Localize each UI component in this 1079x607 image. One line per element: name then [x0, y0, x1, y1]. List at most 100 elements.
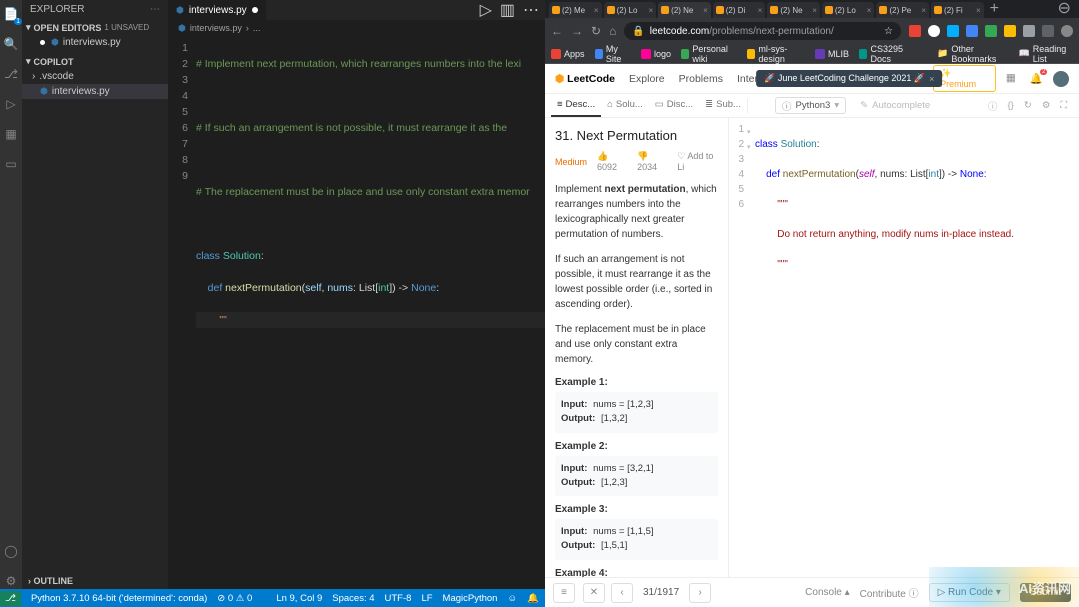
code-content[interactable]: # Implement next permutation, which rear… — [196, 36, 545, 589]
workspace-header[interactable]: ▾COPILOT — [22, 54, 168, 69]
indent-status[interactable]: Spaces: 4 — [332, 593, 374, 604]
open-editors-header[interactable]: ▾OPEN EDITORS 1 UNSAVED — [22, 20, 168, 35]
bookmark-item[interactable]: ml-sys-design — [747, 44, 805, 64]
folder-item[interactable]: ›.vscode — [22, 69, 168, 84]
star-icon[interactable]: ☆ — [884, 26, 893, 37]
nav-explore[interactable]: Explore — [629, 73, 665, 85]
source-control-icon[interactable]: ⎇ — [3, 66, 19, 82]
code-style-icon[interactable]: {} — [1007, 100, 1013, 111]
browser-tab[interactable]: (2) Lo× — [822, 2, 875, 18]
settings-icon[interactable]: ⚙ — [1042, 100, 1051, 111]
browser-tab[interactable]: (2) Me× — [549, 2, 602, 18]
avatar[interactable] — [1053, 71, 1069, 87]
language-select[interactable]: ⓘPython3▾ — [775, 97, 846, 114]
fullscreen-icon[interactable]: ⛶ — [1060, 100, 1067, 111]
challenge-banner[interactable]: 🚀 June LeetCoding Challenge 2021 🚀× — [756, 70, 942, 87]
extension-icon[interactable] — [1023, 25, 1035, 37]
autocomplete-toggle[interactable]: ✎Autocomplete — [854, 97, 936, 114]
bookmark-item[interactable]: Apps — [551, 49, 585, 59]
breadcrumb[interactable]: ⬢interviews.py › ... — [168, 20, 545, 36]
remote-icon[interactable]: ▭ — [3, 156, 19, 172]
browser-tab[interactable]: (2) Ne× — [658, 2, 711, 18]
leetcode-code-editor[interactable]: 1▾2▾3456 class Solution: def nextPermuta… — [729, 118, 1079, 577]
browser-tab[interactable]: (2) Di× — [713, 2, 766, 18]
extension-icon[interactable] — [947, 25, 959, 37]
reload-button[interactable]: ↻ — [591, 24, 601, 38]
lc-code-content[interactable]: class Solution: def nextPermutation(self… — [749, 118, 1079, 577]
tab-submissions[interactable]: ≣Sub... — [699, 94, 747, 117]
bookmark-item[interactable]: Personal wiki — [681, 44, 737, 64]
nav-problems[interactable]: Problems — [679, 73, 723, 85]
editor-tab[interactable]: ⬢interviews.py — [168, 0, 267, 20]
python-interpreter[interactable]: Python 3.7.10 64-bit ('determined': cond… — [31, 593, 207, 604]
bookmark-item[interactable]: logo — [641, 49, 671, 59]
forward-button[interactable]: → — [571, 24, 583, 38]
bookmark-item[interactable]: CS3295 Docs — [859, 44, 917, 64]
file-item[interactable]: ⬢interviews.py — [22, 84, 168, 99]
bookmark-item[interactable]: My Site — [595, 44, 631, 64]
encoding-status[interactable]: UTF-8 — [385, 593, 412, 604]
notifications-icon[interactable]: 🔔 — [527, 593, 539, 604]
dislike-button[interactable]: 👎 2034 — [637, 151, 667, 172]
debug-icon[interactable]: ▷ — [3, 96, 19, 112]
extension-icon[interactable] — [985, 25, 997, 37]
tab-description[interactable]: ≡Desc... — [551, 94, 601, 117]
extensions-icon[interactable]: ▦ — [3, 126, 19, 142]
tab-discuss[interactable]: ▭Disc... — [649, 94, 699, 117]
more-icon[interactable]: ⋯ — [523, 0, 539, 20]
bookmark-item[interactable]: 📁Other Bookmarks — [937, 44, 1008, 64]
language-mode[interactable]: MagicPython — [443, 593, 498, 604]
feedback-icon[interactable]: ☺ — [507, 593, 517, 604]
premium-button[interactable]: ✨ Premium — [933, 65, 996, 92]
back-button[interactable]: ← — [551, 24, 563, 38]
next-problem-button[interactable]: › — [689, 583, 711, 603]
close-icon[interactable]: × — [929, 74, 934, 84]
split-icon[interactable]: ▥ — [500, 0, 515, 20]
cursor-position[interactable]: Ln 9, Col 9 — [276, 593, 322, 604]
eol-status[interactable]: LF — [421, 593, 432, 604]
extension-icon[interactable] — [966, 25, 978, 37]
settings-icon[interactable]: ⚙ — [3, 573, 19, 589]
problems-list-button[interactable]: ≡ — [553, 583, 575, 603]
reset-icon[interactable]: ↻ — [1024, 100, 1032, 111]
prev-problem-button[interactable]: ‹ — [611, 583, 633, 603]
run-icon[interactable]: ▷ — [480, 0, 492, 20]
console-toggle[interactable]: Console ▴ — [805, 587, 850, 598]
problems-status[interactable]: ⊘ 0 ⚠ 0 — [217, 593, 252, 604]
browser-tab[interactable]: (2) Fi× — [931, 2, 984, 18]
browser-tab[interactable]: (2) Lo× — [604, 2, 657, 18]
remote-button[interactable]: ⎇ — [0, 591, 21, 606]
favorite-button[interactable]: ♡ Add to Li — [677, 151, 718, 172]
minimize-button[interactable]: ⊖ — [1054, 0, 1075, 18]
open-editor-item[interactable]: ⬢interviews.py — [22, 35, 168, 50]
bookmark-item[interactable]: MLIB — [815, 49, 849, 59]
close-icon[interactable]: × — [594, 6, 599, 15]
outline-header[interactable]: › OUTLINE — [22, 573, 168, 589]
code-editor[interactable]: 123456789 # Implement next permutation, … — [168, 36, 545, 589]
like-button[interactable]: 👍 6092 — [597, 151, 627, 172]
explorer-icon[interactable]: 📄1 — [3, 6, 19, 22]
extension-icon[interactable] — [928, 25, 940, 37]
browser-tab[interactable]: (2) Pe× — [876, 2, 929, 18]
profile-icon[interactable] — [1061, 25, 1073, 37]
playground-icon[interactable]: ▦ — [1006, 72, 1020, 86]
extensions-menu-icon[interactable] — [1042, 25, 1054, 37]
browser-tab[interactable]: (2) Ne× — [767, 2, 820, 18]
run-code-button[interactable]: ▷ Run Code ▾ — [929, 583, 1010, 602]
tab-solution[interactable]: ⌂Solu... — [601, 94, 649, 117]
search-icon[interactable]: 🔍 — [3, 36, 19, 52]
notifications-icon[interactable]: 🔔2 — [1030, 72, 1044, 86]
submit-button[interactable]: Submit — [1020, 583, 1071, 602]
more-icon[interactable]: ⋯ — [150, 4, 160, 15]
bookmark-item[interactable]: 📖Reading List — [1019, 44, 1073, 64]
contribute-link[interactable]: Contribute ⓘ — [860, 585, 919, 600]
address-bar[interactable]: 🔒 leetcode.com/problems/next-permutation… — [624, 22, 901, 40]
extension-icon[interactable] — [1004, 25, 1016, 37]
shuffle-button[interactable]: ✕ — [583, 583, 605, 603]
leetcode-logo[interactable]: ⬢LeetCode — [555, 73, 615, 85]
extension-icon[interactable] — [909, 25, 921, 37]
notes-icon[interactable]: ⓘ — [988, 99, 998, 113]
new-tab-button[interactable]: + — [986, 0, 1003, 18]
account-icon[interactable]: ◯ — [3, 543, 19, 559]
home-button[interactable]: ⌂ — [609, 24, 616, 38]
